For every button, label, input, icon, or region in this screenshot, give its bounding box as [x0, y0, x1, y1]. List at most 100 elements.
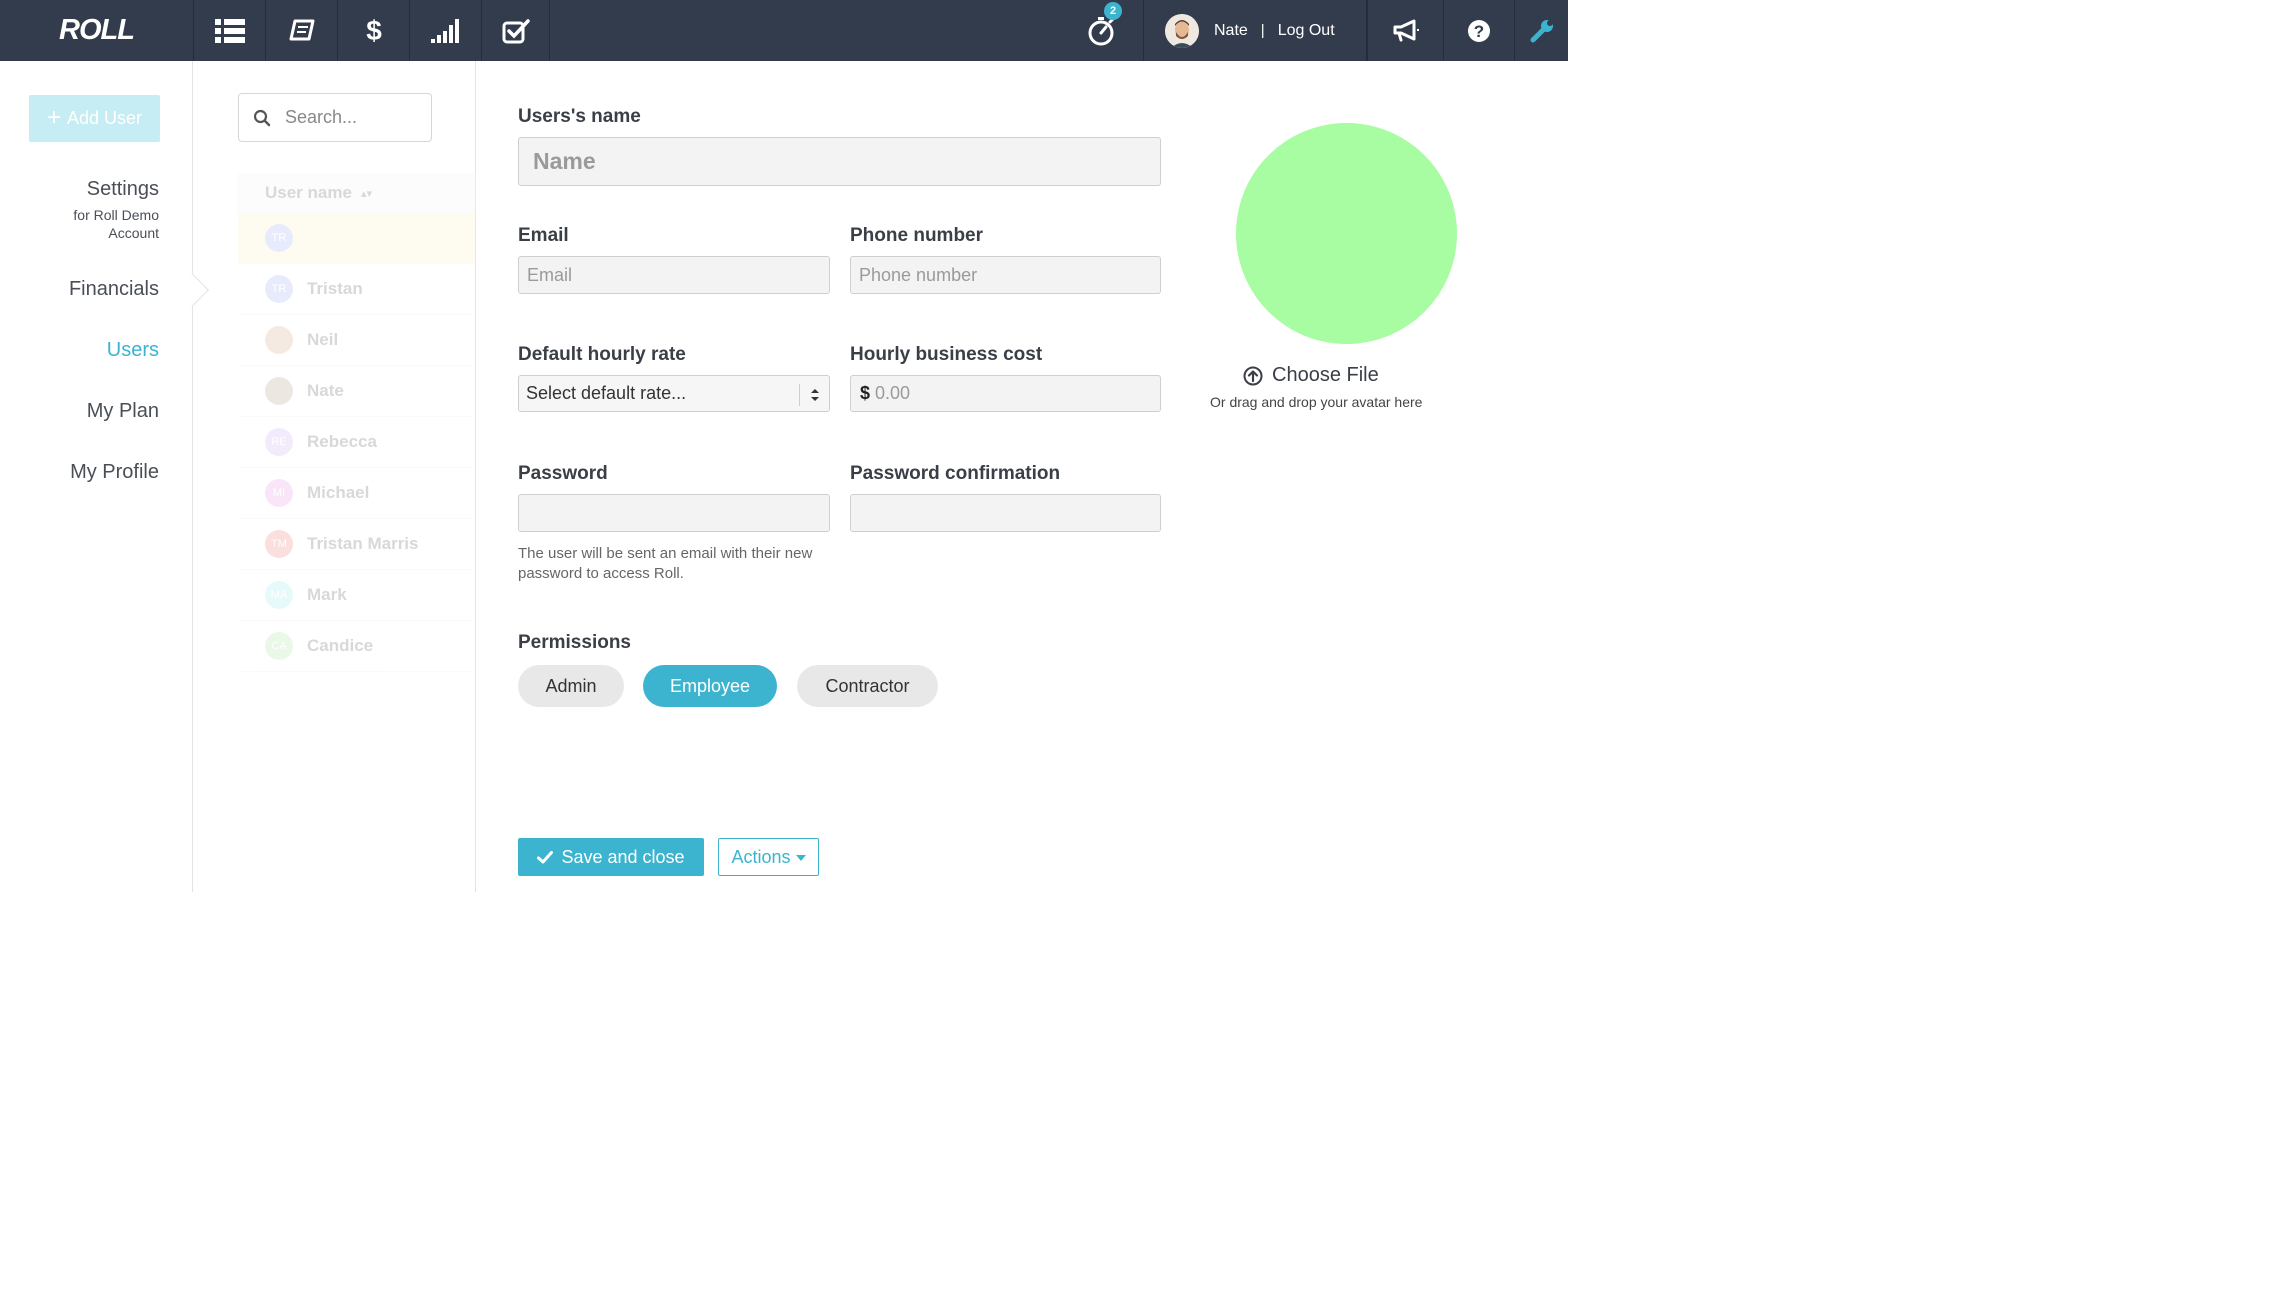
- row-name: Rebecca: [307, 432, 377, 451]
- sidebar-item-users[interactable]: Users: [107, 339, 159, 362]
- actions-dropdown-button[interactable]: Actions: [718, 838, 819, 876]
- table-row[interactable]: TR Tristan: [238, 264, 476, 315]
- actions-label: Actions: [731, 846, 791, 867]
- column-header-label: User name: [265, 183, 352, 202]
- password-confirm-field-wrapper: [850, 494, 1161, 532]
- table-row[interactable]: CA Candice: [238, 621, 476, 672]
- sidebar-item-financials[interactable]: Financials: [69, 278, 159, 301]
- row-name: Michael: [307, 483, 370, 502]
- table-row[interactable]: MA Mark: [238, 570, 476, 621]
- password-help-text: The user will be sent an email with thei…: [518, 545, 813, 582]
- plus-icon: +: [46, 103, 61, 131]
- avatar: TR: [265, 224, 293, 252]
- megaphone-icon[interactable]: [1367, 0, 1443, 61]
- business-cost-label: Hourly business cost: [850, 344, 1043, 365]
- search-input[interactable]: [285, 107, 425, 128]
- password-label: Password: [518, 463, 608, 484]
- avatar: RE: [265, 428, 293, 456]
- search-box[interactable]: [238, 93, 432, 142]
- phone-label: Phone number: [850, 225, 984, 246]
- user-avatar[interactable]: [1165, 13, 1199, 48]
- name-input[interactable]: [519, 138, 1160, 185]
- name-field-wrapper: [518, 137, 1161, 186]
- hourly-rate-selected: Select default rate...: [526, 383, 687, 403]
- add-user-label: Add User: [66, 108, 143, 128]
- permission-contractor-button[interactable]: Contractor: [797, 665, 938, 707]
- timer-button[interactable]: 2: [1060, 0, 1144, 61]
- email-label: Email: [518, 225, 569, 246]
- row-name: Mark: [307, 585, 347, 604]
- list-icon[interactable]: [193, 0, 265, 61]
- sidebar-item-my-profile[interactable]: My Profile: [70, 461, 159, 484]
- table-row[interactable]: MI Michael: [238, 468, 476, 519]
- email-field[interactable]: [519, 257, 829, 293]
- currency-symbol: $: [860, 383, 871, 403]
- row-name: Tristan Marris: [307, 534, 419, 553]
- row-name: Neil: [307, 330, 339, 349]
- avatar: MA: [265, 581, 293, 609]
- table-row[interactable]: TR: [238, 213, 476, 264]
- wrench-icon[interactable]: [1515, 0, 1568, 61]
- save-label: Save and close: [561, 846, 685, 867]
- chevron-down-icon: [795, 855, 806, 861]
- top-navigation-bar: ROLL $ 2 Nate | Log Out ?: [0, 0, 1568, 61]
- phone-field[interactable]: [851, 257, 1160, 293]
- table-row[interactable]: Nate: [238, 366, 476, 417]
- avatar: TM: [265, 530, 293, 558]
- dollar-icon[interactable]: $: [337, 0, 409, 61]
- permission-admin-button[interactable]: Admin: [518, 665, 624, 707]
- settings-sub-line-1: for Roll Demo: [73, 207, 159, 223]
- signal-bars-icon[interactable]: [409, 0, 481, 61]
- user-name-column-header[interactable]: User name ▴▾: [238, 173, 476, 213]
- avatar: CA: [265, 632, 293, 660]
- sort-icon: ▴▾: [360, 187, 372, 200]
- choose-file-button[interactable]: Choose File: [1243, 364, 1379, 387]
- checkmark-icon: [537, 850, 554, 863]
- user-list-panel: User name ▴▾ TR TR Tristan Neil Nate RE …: [193, 61, 476, 892]
- svg-text:?: ?: [1474, 22, 1484, 41]
- settings-account-caption: for Roll Demo Account: [73, 206, 159, 242]
- permission-employee-button[interactable]: Employee: [643, 665, 777, 707]
- avatar: [265, 377, 293, 405]
- logout-link[interactable]: Log Out: [1278, 22, 1335, 40]
- password-field-wrapper: [518, 494, 830, 532]
- user-table: User name ▴▾ TR TR Tristan Neil Nate RE …: [238, 173, 476, 672]
- hourly-rate-label: Default hourly rate: [518, 344, 686, 365]
- book-icon[interactable]: [265, 0, 337, 61]
- business-cost-field-wrapper: $: [850, 375, 1161, 412]
- password-field[interactable]: [519, 495, 829, 531]
- current-user-name[interactable]: Nate: [1214, 22, 1248, 40]
- phone-field-wrapper: [850, 256, 1161, 294]
- row-name: Nate: [307, 381, 344, 400]
- avatar: [265, 326, 293, 354]
- name-label: Users's name: [518, 106, 641, 127]
- sidebar-item-settings[interactable]: Settings: [87, 178, 159, 201]
- avatar: TR: [265, 275, 293, 303]
- search-icon: [253, 109, 271, 126]
- timer-count-badge: 2: [1104, 2, 1122, 20]
- table-row[interactable]: Neil: [238, 315, 476, 366]
- password-confirm-label: Password confirmation: [850, 463, 1061, 484]
- table-row[interactable]: RE Rebecca: [238, 417, 476, 468]
- avatar: MI: [265, 479, 293, 507]
- business-cost-input[interactable]: [870, 376, 1160, 411]
- table-row[interactable]: TM Tristan Marris: [238, 519, 476, 570]
- sidebar-item-my-plan[interactable]: My Plan: [87, 400, 159, 423]
- add-user-button[interactable]: + Add User: [29, 95, 160, 142]
- save-and-close-button[interactable]: Save and close: [518, 838, 704, 876]
- password-confirm-field[interactable]: [851, 495, 1160, 531]
- email-field-wrapper: [518, 256, 830, 294]
- avatar-preview[interactable]: [1236, 123, 1457, 344]
- user-menu: Nate | Log Out: [1145, 0, 1367, 61]
- roll-logo[interactable]: ROLL: [0, 0, 193, 61]
- checkbox-icon[interactable]: [481, 0, 550, 61]
- permissions-label: Permissions: [518, 632, 631, 653]
- user-menu-divider: |: [1260, 22, 1265, 39]
- hourly-rate-select[interactable]: Select default rate...: [518, 375, 830, 412]
- upload-icon: [1243, 366, 1263, 385]
- row-name: Candice: [307, 636, 374, 655]
- row-name: Tristan: [307, 279, 363, 298]
- select-arrows-icon: [799, 384, 829, 406]
- help-icon[interactable]: ?: [1443, 0, 1515, 61]
- choose-file-label: Choose File: [1272, 364, 1379, 386]
